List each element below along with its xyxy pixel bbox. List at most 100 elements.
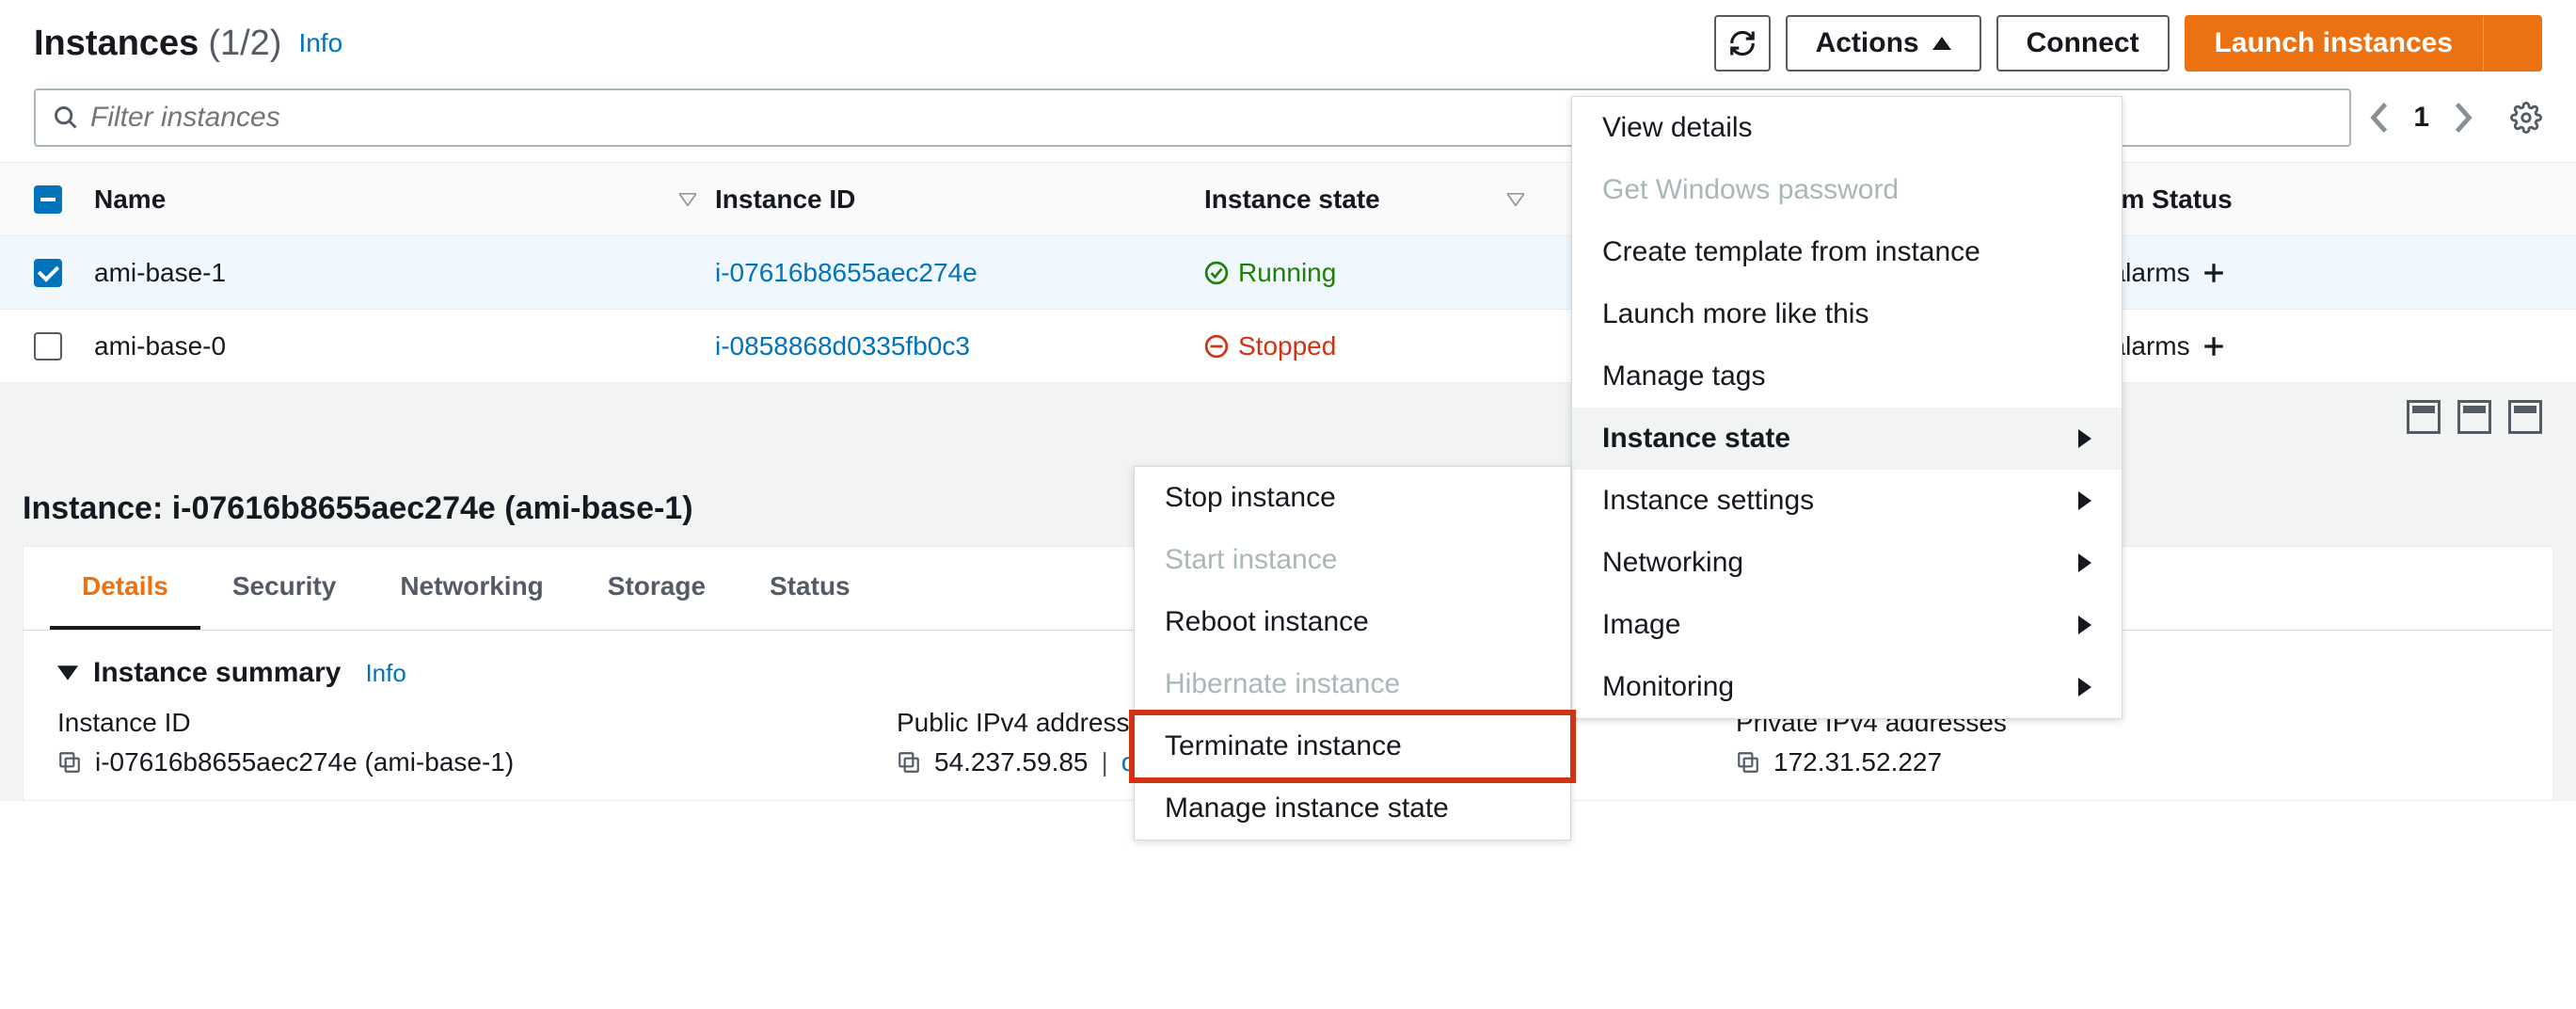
section-title: Instance summary [93,657,341,689]
table-row[interactable]: ami-base-1 i-07616b8655aec274e Running l… [0,236,2576,310]
mi-hibernate-instance: Hibernate instance [1135,653,1570,715]
chevron-right-icon [2041,616,2091,634]
col-id-label: Instance ID [715,184,855,215]
density-compact[interactable] [2407,400,2441,434]
mi-instance-state[interactable]: Instance state [1572,408,2122,470]
pager: 1 [2370,102,2473,134]
caret-up-icon [1932,37,1951,50]
status-stopped-icon [1204,334,1229,359]
row-name: ami-base-0 [94,331,226,361]
sort-caret-icon [679,193,696,206]
mi-label: Image [1602,609,1680,641]
detail-value-text: i-07616b8655aec274e (ami-base-1) [95,747,514,777]
mi-manage-instance-state[interactable]: Manage instance state [1135,777,1570,840]
page-number: 1 [2413,102,2429,134]
state-running: Running [1204,258,1336,288]
tab-details[interactable]: Details [50,547,200,630]
mi-create-template[interactable]: Create template from instance [1572,221,2122,283]
copy-icon[interactable] [1736,750,1760,775]
table-row[interactable]: ami-base-0 i-0858868d0335fb0c3 Stopped N… [0,310,2576,383]
mi-reboot-instance[interactable]: Reboot instance [1135,591,1570,653]
mi-manage-tags[interactable]: Manage tags [1572,345,2122,408]
launch-instances-caret[interactable] [2483,15,2542,72]
mi-start-instance: Start instance [1135,529,1570,591]
copy-icon[interactable] [57,750,82,775]
mi-instance-settings[interactable]: Instance settings [1572,470,2122,532]
chevron-down-icon [57,665,78,681]
page-title: Instances (1/2) [34,24,281,64]
col-state-label: Instance state [1204,184,1380,215]
tab-storage[interactable]: Storage [576,547,738,630]
actions-menu: View details Get Windows password Create… [1571,96,2123,719]
density-full[interactable] [2508,400,2542,434]
mi-stop-instance[interactable]: Stop instance [1135,467,1570,529]
density-normal[interactable] [2457,400,2491,434]
copy-icon[interactable] [897,750,921,775]
plus-icon [2202,261,2226,285]
tab-security[interactable]: Security [200,547,369,630]
col-id[interactable]: Instance ID [715,184,1204,215]
prev-page-icon[interactable] [2370,103,2389,133]
checkbox-indeterminate-icon[interactable] [34,185,62,214]
refresh-icon [1728,29,1757,57]
mi-label: Instance state [1602,423,1790,455]
row-checkbox[interactable] [34,332,62,360]
mi-get-windows-password: Get Windows password [1572,159,2122,221]
mi-label: Networking [1602,547,1743,579]
detail-title-id: i-07616b8655aec274e (ami-base-1) [172,490,693,526]
tab-status-checks[interactable]: Status [738,547,883,630]
col-alarm[interactable]: Alarm Status [2070,184,2576,215]
page-header: Instances (1/2) Info Actions Connect Lau… [0,0,2576,88]
filter-row: 1 [0,88,2576,162]
actions-label: Actions [1816,27,1919,59]
chevron-right-icon [2041,429,2091,448]
state-label: Stopped [1238,331,1336,361]
connect-label: Connect [2027,27,2139,59]
settings-gear-icon[interactable] [2510,102,2542,134]
detail-label: Instance ID [57,708,840,738]
chevron-right-icon [2041,678,2091,697]
select-all[interactable] [0,185,94,214]
mi-image[interactable]: Image [1572,594,2122,656]
row-checkbox[interactable] [34,259,62,287]
mi-label: Monitoring [1602,671,1734,703]
refresh-button[interactable] [1714,15,1771,72]
chevron-right-icon [2041,553,2091,572]
mi-networking[interactable]: Networking [1572,532,2122,594]
section-info-link[interactable]: Info [365,659,405,688]
actions-button[interactable]: Actions [1786,15,1981,72]
connect-button[interactable]: Connect [1996,15,2170,72]
mi-label: Instance settings [1602,485,1814,517]
row-name: ami-base-1 [94,258,226,288]
density-toggles [2407,400,2542,434]
col-name[interactable]: Name [94,184,715,215]
instance-state-submenu: Stop instance Start instance Reboot inst… [1134,466,1571,841]
sort-caret-icon [1507,193,1524,206]
table-header: Name Instance ID Instance state heck Ala… [0,163,2576,236]
title-text: Instances [34,24,199,64]
title-count: (1/2) [208,24,281,64]
state-label: Running [1238,258,1336,288]
search-icon [53,104,79,131]
mi-view-details[interactable]: View details [1572,97,2122,159]
launch-instances-button[interactable]: Launch instances [2185,15,2483,72]
row-id[interactable]: i-0858868d0335fb0c3 [715,331,970,361]
section-header[interactable]: Instance summary Info [57,657,406,698]
chevron-right-icon [2041,491,2091,510]
col-name-label: Name [94,184,166,215]
mi-monitoring[interactable]: Monitoring [1572,656,2122,718]
detail-value: i-07616b8655aec274e (ami-base-1) [57,747,514,777]
row-id[interactable]: i-07616b8655aec274e [715,258,978,288]
launch-label: Launch instances [2215,27,2453,59]
tab-networking[interactable]: Networking [368,547,575,630]
info-link[interactable]: Info [298,28,342,58]
mi-terminate-instance[interactable]: Terminate instance [1129,710,1576,783]
detail-value: 172.31.52.227 [1736,747,1942,777]
detail-value-text: 54.237.59.85 [934,747,1089,777]
next-page-icon[interactable] [2454,103,2473,133]
col-state[interactable]: Instance state [1204,184,1543,215]
status-ok-icon [1204,261,1229,285]
instances-table: Name Instance ID Instance state heck Ala… [0,162,2576,383]
detail-col-instance-id: Instance ID i-07616b8655aec274e (ami-bas… [57,708,840,781]
mi-launch-more[interactable]: Launch more like this [1572,283,2122,345]
